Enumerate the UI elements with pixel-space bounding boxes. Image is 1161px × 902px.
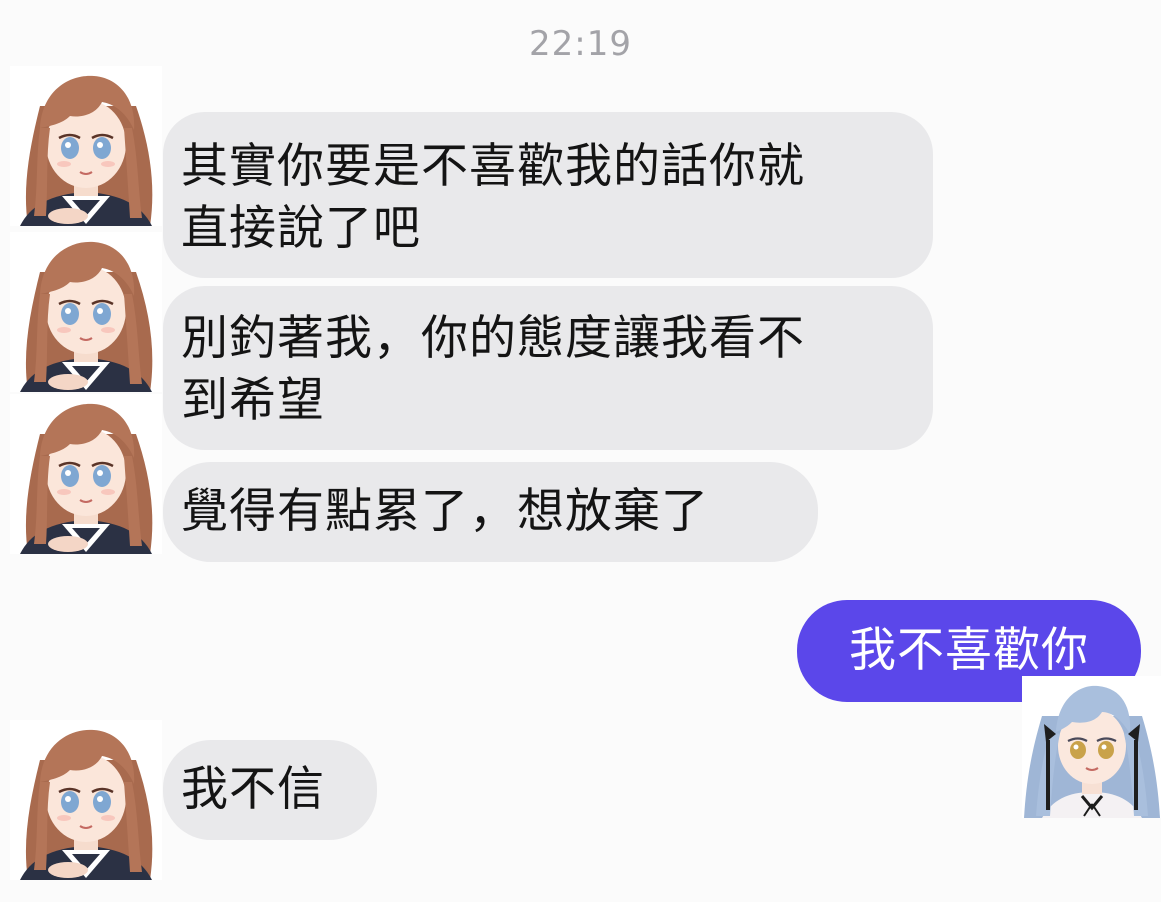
timestamp: 22:19 [529, 24, 632, 64]
incoming-message-bubble[interactable]: 其實你要是不喜歡我的話你就 直接說了吧 [163, 112, 933, 278]
message-text: 我不喜歡你 [849, 623, 1089, 678]
message-text: 覺得有點累了，想放棄了 [181, 484, 709, 539]
brown-hair-girl-avatar[interactable] [10, 66, 162, 226]
message-text: 我不信 [181, 762, 325, 817]
brown-hair-girl-avatar[interactable] [10, 720, 162, 880]
incoming-message-bubble[interactable]: 覺得有點累了，想放棄了 [163, 462, 818, 562]
blue-hair-girl-avatar[interactable] [1022, 676, 1161, 818]
message-text: 其實你要是不喜歡我的話你就 直接說了吧 [181, 139, 805, 256]
incoming-message-bubble[interactable]: 別釣著我，你的態度讓我看不 到希望 [163, 286, 933, 450]
message-text: 別釣著我，你的態度讓我看不 到希望 [181, 311, 805, 428]
incoming-message-bubble[interactable]: 我不信 [163, 740, 377, 840]
brown-hair-girl-avatar[interactable] [10, 232, 162, 392]
brown-hair-girl-avatar[interactable] [10, 394, 162, 554]
